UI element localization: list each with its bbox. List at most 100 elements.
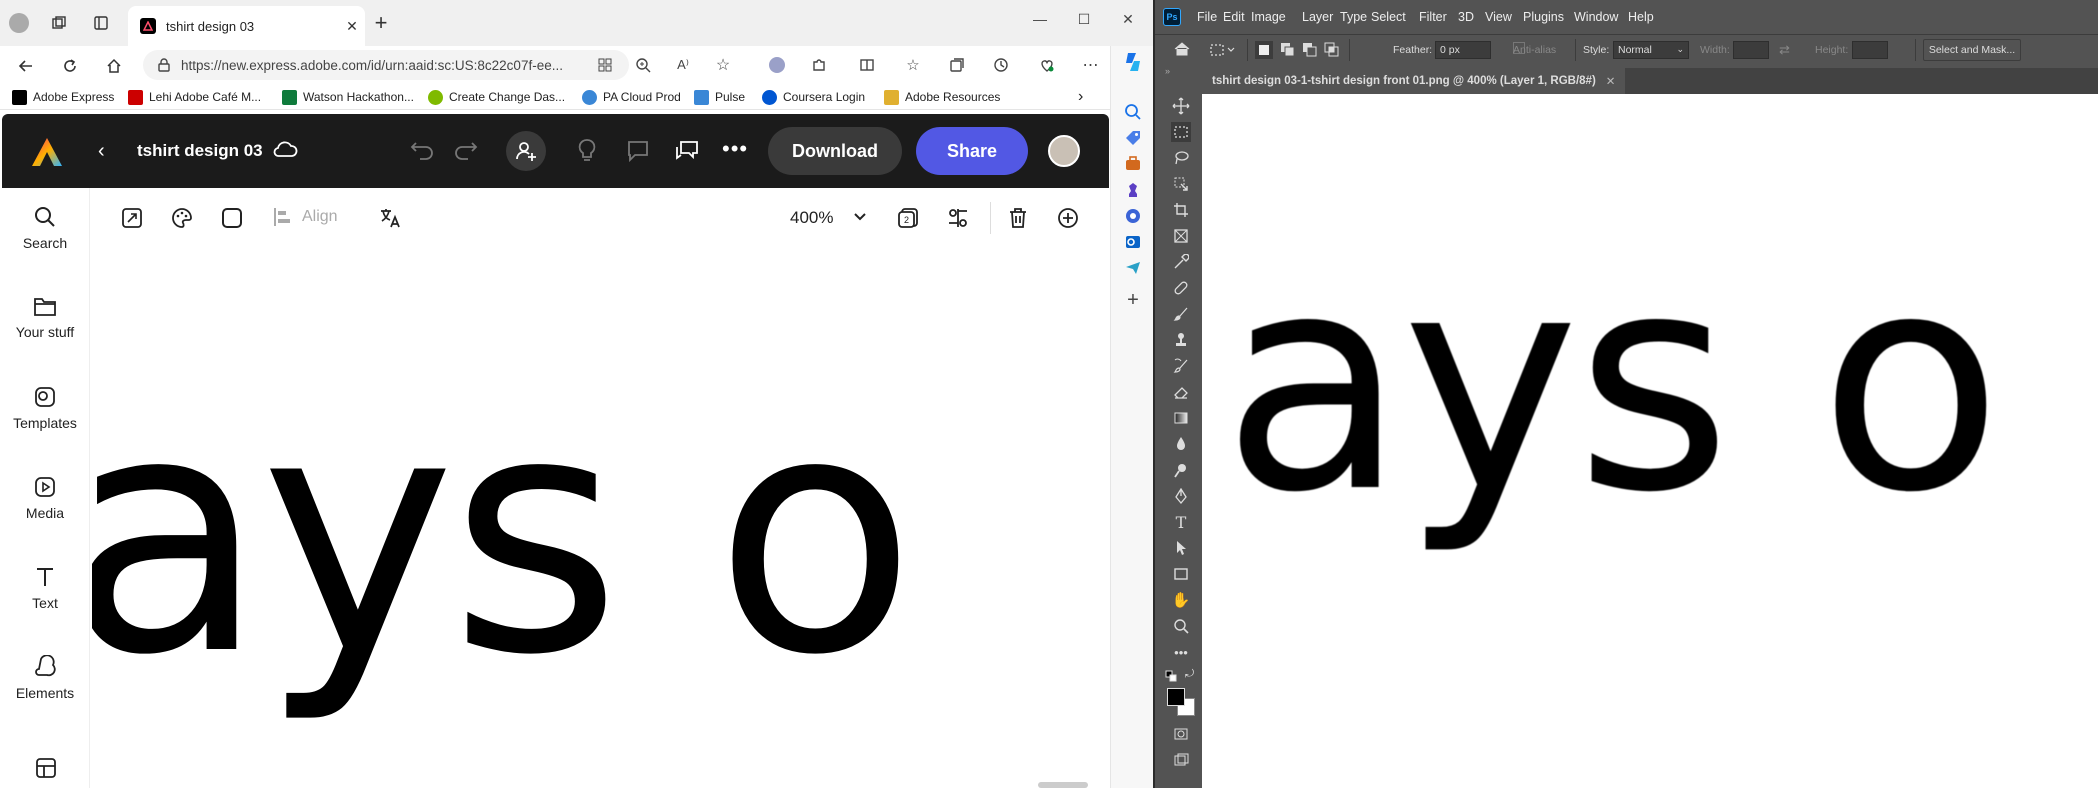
copilot-icon[interactable] bbox=[1121, 50, 1145, 74]
lightbulb-icon[interactable] bbox=[576, 138, 598, 164]
sidebar-search-icon[interactable] bbox=[1121, 100, 1145, 124]
menu-edit[interactable]: Edit bbox=[1223, 10, 1245, 24]
gradient-tool-icon[interactable] bbox=[1171, 408, 1191, 428]
zoom-tool-icon[interactable] bbox=[1171, 616, 1191, 636]
history-icon[interactable] bbox=[990, 54, 1012, 76]
collections-icon[interactable] bbox=[946, 54, 968, 76]
dodge-tool-icon[interactable] bbox=[1171, 460, 1191, 480]
favorite-star-icon[interactable]: ☆ bbox=[712, 54, 734, 76]
delete-icon[interactable] bbox=[1006, 206, 1030, 230]
clone-stamp-tool-icon[interactable] bbox=[1171, 330, 1191, 350]
bookmark-item[interactable]: Coursera Login bbox=[762, 87, 865, 107]
collapse-toolbar-icon[interactable]: » bbox=[1165, 66, 1170, 76]
more-bookmarks-icon[interactable]: › bbox=[1078, 87, 1083, 107]
adobe-express-logo-icon[interactable] bbox=[30, 136, 64, 168]
menu-select[interactable]: Select bbox=[1371, 10, 1406, 24]
menu-filter[interactable]: Filter bbox=[1419, 10, 1447, 24]
menu-3d[interactable]: 3D bbox=[1458, 10, 1474, 24]
close-tab-icon[interactable]: ✕ bbox=[339, 13, 365, 39]
intersect-selection-icon[interactable] bbox=[1323, 41, 1341, 59]
scrollbar[interactable] bbox=[1038, 782, 1088, 788]
add-icon[interactable] bbox=[1056, 206, 1080, 230]
sidebar-outlook-icon[interactable] bbox=[1121, 230, 1145, 254]
menu-layer[interactable]: Layer bbox=[1302, 10, 1333, 24]
sidebar-add-icon[interactable]: + bbox=[1121, 288, 1145, 312]
app-available-icon[interactable] bbox=[594, 54, 616, 76]
menu-file[interactable]: File bbox=[1197, 10, 1217, 24]
photoshop-canvas[interactable]: ays o bbox=[1202, 94, 2098, 788]
download-button[interactable]: Download bbox=[768, 127, 902, 175]
color-palette-icon[interactable] bbox=[170, 206, 194, 230]
comment-icon[interactable] bbox=[626, 139, 650, 163]
hand-tool-icon[interactable]: ✋ bbox=[1171, 590, 1191, 610]
bookmark-item[interactable]: Watson Hackathon... bbox=[282, 87, 414, 107]
brush-tool-icon[interactable] bbox=[1171, 304, 1191, 324]
object-selection-tool-icon[interactable] bbox=[1171, 174, 1191, 194]
bookmark-folder[interactable]: Adobe Resources bbox=[884, 87, 1000, 107]
sidebar-send-icon[interactable] bbox=[1121, 256, 1145, 280]
align-button[interactable]: Align bbox=[272, 206, 338, 228]
home-icon[interactable] bbox=[1173, 41, 1191, 57]
back-chevron-icon[interactable]: ‹ bbox=[98, 140, 105, 163]
favorites-icon[interactable]: ☆ bbox=[902, 54, 924, 76]
type-tool-icon[interactable]: T bbox=[1171, 512, 1191, 532]
lasso-tool-icon[interactable] bbox=[1171, 148, 1191, 168]
home-icon[interactable] bbox=[100, 52, 128, 80]
menu-view[interactable]: View bbox=[1485, 10, 1512, 24]
shape-icon[interactable] bbox=[220, 206, 244, 230]
quick-mask-icon[interactable] bbox=[1171, 724, 1191, 744]
nav-search[interactable]: Search bbox=[0, 188, 90, 268]
new-tab-icon[interactable]: + bbox=[368, 10, 394, 36]
sidebar-tools-icon[interactable] bbox=[1121, 152, 1145, 176]
bookmark-item[interactable]: Create Change Das... bbox=[428, 87, 565, 107]
workspaces-icon[interactable] bbox=[46, 10, 72, 36]
translate-icon[interactable] bbox=[378, 206, 402, 230]
nav-your-stuff[interactable]: Your stuff bbox=[0, 278, 90, 358]
menu-plugins[interactable]: Plugins bbox=[1523, 10, 1564, 24]
browser-essentials-icon[interactable] bbox=[1036, 54, 1058, 76]
back-icon[interactable] bbox=[12, 52, 40, 80]
frame-tool-icon[interactable] bbox=[1171, 226, 1191, 246]
bookmark-item[interactable]: Pulse bbox=[694, 87, 745, 107]
invite-collaborator-button[interactable] bbox=[506, 131, 546, 171]
nav-elements[interactable]: Elements bbox=[0, 638, 90, 718]
user-avatar[interactable] bbox=[1048, 135, 1080, 167]
pages-icon[interactable]: 2 bbox=[896, 206, 920, 230]
layers-icon[interactable] bbox=[946, 206, 970, 230]
sidebar-tag-icon[interactable] bbox=[1121, 126, 1145, 150]
extension-m-icon[interactable] bbox=[766, 54, 788, 76]
marquee-preset-icon[interactable] bbox=[1209, 42, 1235, 58]
menu-type[interactable]: Type bbox=[1340, 10, 1367, 24]
maximize-icon[interactable]: ☐ bbox=[1064, 6, 1104, 32]
eyedropper-tool-icon[interactable] bbox=[1171, 252, 1191, 272]
document-tab[interactable]: tshirt design 03-1-tshirt design front 0… bbox=[1202, 68, 1626, 94]
redo-icon[interactable] bbox=[452, 138, 478, 162]
default-colors-icon[interactable] bbox=[1165, 670, 1177, 682]
blur-tool-icon[interactable] bbox=[1171, 434, 1191, 454]
bookmark-item[interactable]: PA Cloud Prod bbox=[582, 87, 681, 107]
rectangle-tool-icon[interactable] bbox=[1171, 564, 1191, 584]
canvas-text[interactable]: ays o bbox=[92, 370, 916, 700]
swap-colors-icon[interactable]: ⤾ bbox=[1185, 668, 1194, 681]
width-input[interactable] bbox=[1733, 41, 1769, 59]
split-screen-icon[interactable] bbox=[856, 54, 878, 76]
sidebar-games-icon[interactable] bbox=[1121, 178, 1145, 202]
canvas-text[interactable]: ays o bbox=[1222, 234, 2003, 534]
menu-help[interactable]: Help bbox=[1628, 10, 1654, 24]
review-icon[interactable] bbox=[674, 139, 700, 163]
share-button[interactable]: Share bbox=[916, 127, 1028, 175]
nav-media[interactable]: Media bbox=[0, 458, 90, 538]
new-selection-icon[interactable] bbox=[1255, 41, 1273, 59]
zoom-icon[interactable] bbox=[632, 54, 654, 76]
undo-icon[interactable] bbox=[410, 138, 436, 162]
swap-dimensions-icon[interactable]: ⇄ bbox=[1779, 42, 1790, 58]
select-and-mask-button[interactable]: Select and Mask... bbox=[1923, 39, 2021, 61]
feather-input[interactable]: 0 px bbox=[1435, 41, 1491, 59]
history-brush-tool-icon[interactable] bbox=[1171, 356, 1191, 376]
url-bar[interactable]: https://new.express.adobe.com/id/urn:aai… bbox=[143, 50, 629, 80]
resize-icon[interactable] bbox=[120, 206, 144, 230]
path-selection-tool-icon[interactable] bbox=[1171, 538, 1191, 558]
zoom-dropdown-chevron-icon[interactable] bbox=[850, 206, 870, 226]
express-canvas[interactable]: ays o bbox=[92, 250, 1109, 788]
foreground-color-swatch[interactable] bbox=[1167, 688, 1185, 706]
